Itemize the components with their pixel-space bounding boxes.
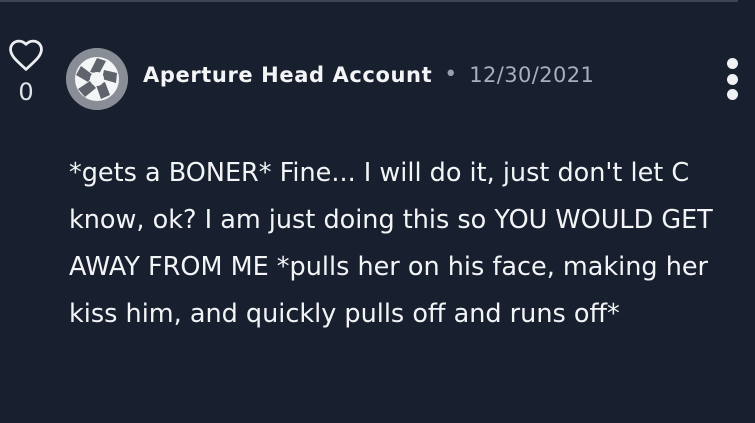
menu-dot xyxy=(726,89,738,100)
divider xyxy=(0,0,738,2)
comment-body: *gets a BONER* Fine... I will do it, jus… xyxy=(69,150,745,338)
menu-dot xyxy=(726,73,738,85)
heart-icon[interactable] xyxy=(7,38,45,72)
menu-dot xyxy=(726,58,738,69)
comment-meta: Aperture Head Account • 12/30/2021 xyxy=(143,62,594,87)
like-count: 0 xyxy=(18,78,34,106)
meta-separator: • xyxy=(444,62,458,87)
comment-date: 12/30/2021 xyxy=(469,62,595,87)
more-options-icon[interactable] xyxy=(721,58,743,100)
author-name[interactable]: Aperture Head Account xyxy=(143,63,432,87)
avatar[interactable] xyxy=(66,48,128,110)
aperture-logo-icon xyxy=(66,48,128,110)
like-control: 0 xyxy=(6,38,46,104)
comment-text: *gets a BONER* Fine... I will do it, jus… xyxy=(69,158,713,329)
